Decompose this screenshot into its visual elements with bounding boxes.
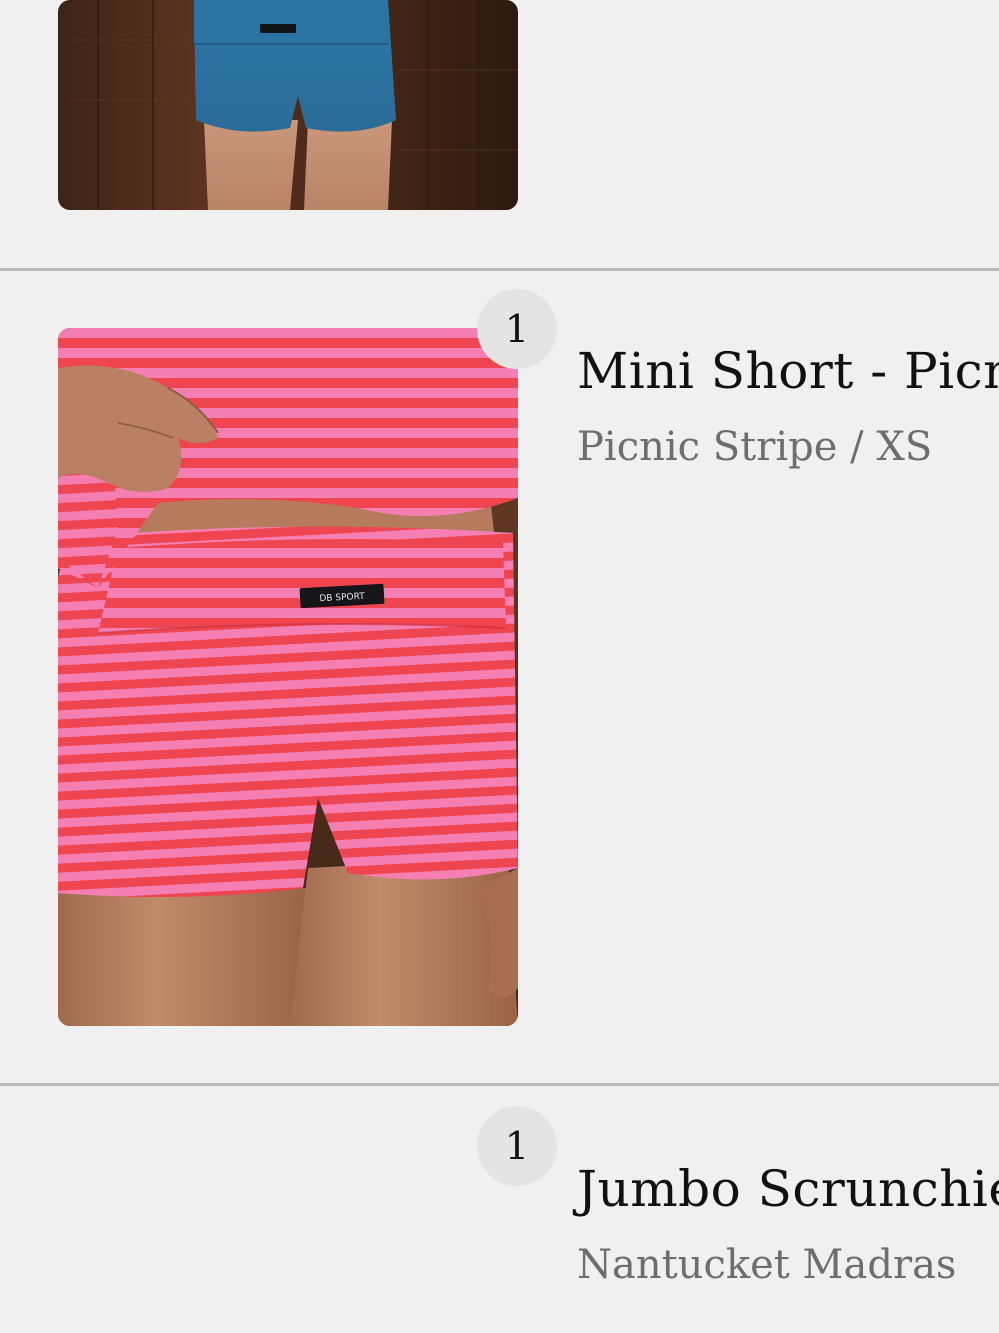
product-title[interactable]: Jumbo Scrunchie - Nantucket Madras [577, 1160, 999, 1218]
product-title[interactable]: Mini Short - Picnic Stripe [577, 342, 999, 400]
quantity-badge: 1 [477, 289, 557, 369]
product-photo-striped-shorts-icon: DB SPORT [58, 328, 518, 1026]
product-photo-blue-shorts-icon [58, 0, 518, 210]
cart-item-image-mini-short[interactable]: DB SPORT [58, 328, 518, 1026]
quantity-badge: 1 [477, 1106, 557, 1186]
cart-page: DB SPORT 1 Mini Short - Picnic Stripe Pi… [0, 0, 999, 1333]
cart-item-image-blue-shorts[interactable] [58, 0, 518, 210]
product-variant: Picnic Stripe / XS [577, 424, 933, 470]
product-variant: Nantucket Madras [577, 1242, 957, 1288]
item-divider [0, 268, 999, 271]
item-divider [0, 1083, 999, 1086]
